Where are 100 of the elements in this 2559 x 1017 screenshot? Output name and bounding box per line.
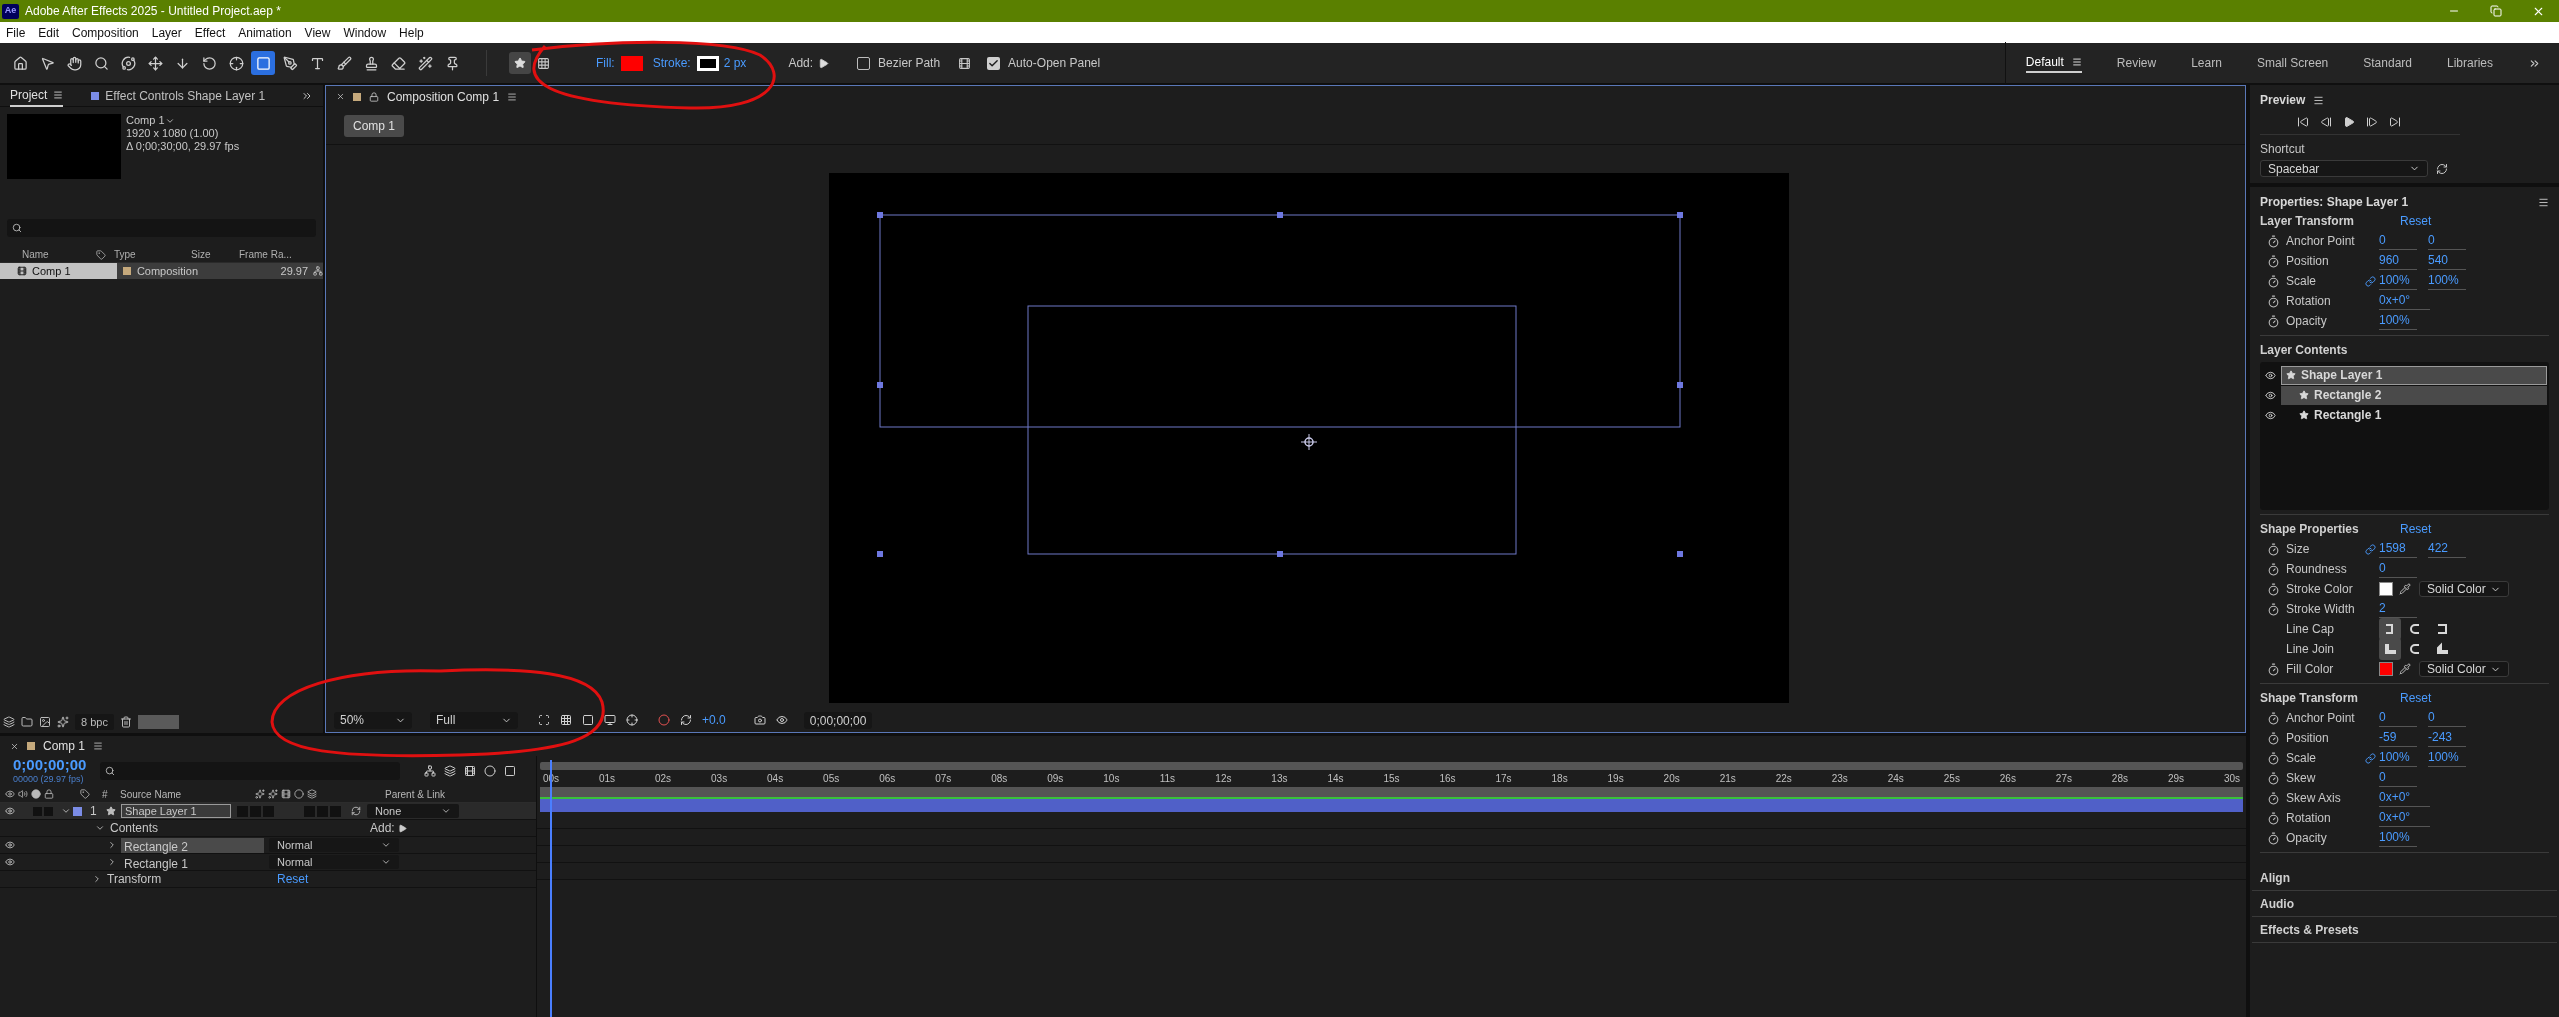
stroke-swatch[interactable] — [696, 55, 719, 71]
eyedropper-icon[interactable] — [2399, 663, 2411, 675]
collapsed-panel[interactable]: Effects & Presets — [2252, 917, 2557, 943]
panel-menu-icon[interactable] — [53, 89, 64, 100]
transform-group[interactable]: Transform — [107, 870, 277, 888]
anchor-point-icon[interactable] — [1300, 433, 1318, 451]
visibility-icon[interactable] — [5, 840, 15, 850]
rectangle-tool-button[interactable] — [251, 51, 275, 75]
shortcut-dropdown[interactable]: Spacebar — [2260, 160, 2428, 177]
shape-group-item[interactable]: Rectangle 2 — [121, 837, 264, 853]
comp-name-dropdown[interactable]: Comp 1 — [126, 114, 240, 127]
workspace-tab[interactable]: Small Screen — [2256, 53, 2329, 73]
bounding-handle[interactable] — [877, 212, 883, 218]
value-field[interactable]: 0x+0° — [2379, 809, 2430, 827]
value-field[interactable]: -243 — [2428, 729, 2466, 747]
zoom-dropdown[interactable]: 50% — [334, 711, 412, 729]
value-field[interactable]: 0x+0° — [2379, 789, 2430, 807]
value-field[interactable]: 100% — [2379, 749, 2417, 767]
stopwatch-icon[interactable] — [2266, 831, 2280, 845]
panel-menu-icon[interactable] — [2538, 196, 2549, 208]
link-icon[interactable] — [2365, 275, 2376, 287]
workspace-tab[interactable]: Standard — [2363, 53, 2412, 73]
stopwatch-icon[interactable] — [2266, 274, 2280, 288]
stopwatch-icon[interactable] — [2266, 314, 2280, 328]
bounding-handle[interactable] — [877, 551, 883, 557]
stopwatch-icon[interactable] — [2266, 751, 2280, 765]
timecode-field[interactable]: 0;00;00;00 — [803, 711, 873, 729]
transparency-grid-icon[interactable] — [560, 714, 572, 726]
stopwatch-icon[interactable] — [2266, 731, 2280, 745]
column-header[interactable]: Frame Ra... — [239, 247, 292, 262]
collapsed-panel[interactable]: Align — [2252, 865, 2557, 891]
previous-frame-icon[interactable] — [2320, 116, 2332, 128]
stopwatch-icon[interactable] — [2266, 254, 2280, 268]
value-field[interactable]: 0 — [2379, 560, 2417, 578]
fill-swatch[interactable] — [620, 55, 643, 71]
panel-tab[interactable]: Effect Controls Shape Layer 1 — [91, 84, 266, 107]
stopwatch-icon[interactable] — [2266, 771, 2280, 785]
play-icon[interactable] — [2343, 116, 2355, 128]
new-folder-icon[interactable] — [21, 716, 33, 728]
content-item[interactable]: Shape Layer 1 — [2281, 365, 2547, 385]
line-butt-option[interactable] — [2379, 618, 2401, 640]
color-swatch[interactable] — [2379, 662, 2393, 676]
content-item[interactable]: Rectangle 2 — [2281, 385, 2547, 405]
bounding-handle[interactable] — [1677, 382, 1683, 388]
stopwatch-icon[interactable] — [2266, 542, 2280, 556]
visibility-icon[interactable] — [5, 806, 15, 816]
value-field[interactable]: 0 — [2379, 769, 2417, 787]
value-field[interactable]: 2 — [2379, 600, 2417, 618]
stopwatch-icon[interactable] — [2266, 562, 2280, 576]
value-field[interactable]: 540 — [2428, 252, 2466, 270]
bounding-handle[interactable] — [1677, 212, 1683, 218]
show-snapshot-icon[interactable] — [775, 714, 788, 726]
value-field[interactable]: 960 — [2379, 252, 2417, 270]
stopwatch-icon[interactable] — [2266, 711, 2280, 725]
shy-layers-icon[interactable] — [444, 765, 457, 777]
menu-item[interactable]: Effect — [194, 23, 226, 42]
stopwatch-icon[interactable] — [2266, 234, 2280, 248]
next-frame-icon[interactable] — [2366, 116, 2378, 128]
stopwatch-icon[interactable] — [2266, 662, 2280, 676]
column-header[interactable]: Name — [0, 247, 96, 262]
panel-tab[interactable]: Composition Comp 1 — [387, 87, 500, 106]
switch-box[interactable] — [33, 806, 42, 816]
bounding-handle[interactable] — [877, 382, 883, 388]
panel-menu-icon[interactable] — [2313, 94, 2325, 106]
workspace-tab[interactable]: Libraries — [2446, 53, 2493, 73]
visibility-icon[interactable] — [2265, 409, 2276, 421]
column-header[interactable]: Size — [191, 247, 239, 262]
workspace-tab[interactable]: Learn — [2191, 53, 2222, 73]
composition-flowchart-icon[interactable] — [424, 765, 437, 777]
menu-item[interactable]: Layer — [151, 23, 182, 42]
delete-icon[interactable] — [119, 716, 132, 728]
stroke-label[interactable]: Stroke: — [652, 54, 691, 72]
visibility-icon[interactable] — [5, 857, 15, 867]
stroke-width-field[interactable]: 2 px — [723, 54, 747, 72]
stopwatch-icon[interactable] — [2266, 582, 2280, 596]
stopwatch-icon[interactable] — [2266, 602, 2280, 616]
switch-box[interactable] — [250, 805, 261, 817]
add-menu-icon[interactable] — [818, 57, 830, 69]
value-field[interactable]: 0 — [2379, 709, 2417, 727]
new-composition-icon[interactable] — [39, 716, 51, 728]
value-field[interactable]: 0 — [2379, 232, 2417, 250]
checkbox[interactable] — [987, 56, 1001, 70]
switch-box[interactable] — [237, 805, 248, 817]
content-item[interactable]: Rectangle 1 — [2281, 405, 2547, 425]
switch-box[interactable] — [263, 805, 274, 817]
link-icon[interactable] — [2365, 752, 2376, 764]
menu-item[interactable]: File — [6, 23, 26, 42]
switch-box[interactable] — [330, 805, 341, 817]
visibility-icon[interactable] — [2265, 369, 2276, 381]
snapshot-icon[interactable] — [753, 714, 766, 726]
value-field[interactable]: 0x+0° — [2379, 292, 2430, 310]
panel-tab[interactable]: Project — [10, 84, 64, 107]
value-field[interactable]: -59 — [2379, 729, 2417, 747]
value-field[interactable]: 100% — [2379, 312, 2417, 330]
eyedropper-icon[interactable] — [2399, 583, 2411, 595]
blend-mode-dropdown[interactable]: Normal — [269, 855, 399, 869]
project-item[interactable]: Comp 1 Composition 29.97 — [0, 263, 323, 279]
switch-box[interactable] — [44, 806, 53, 816]
color-mode-dropdown[interactable]: Solid Color — [2419, 581, 2509, 597]
checkbox-label[interactable]: Auto-Open Panel — [1008, 54, 1101, 72]
